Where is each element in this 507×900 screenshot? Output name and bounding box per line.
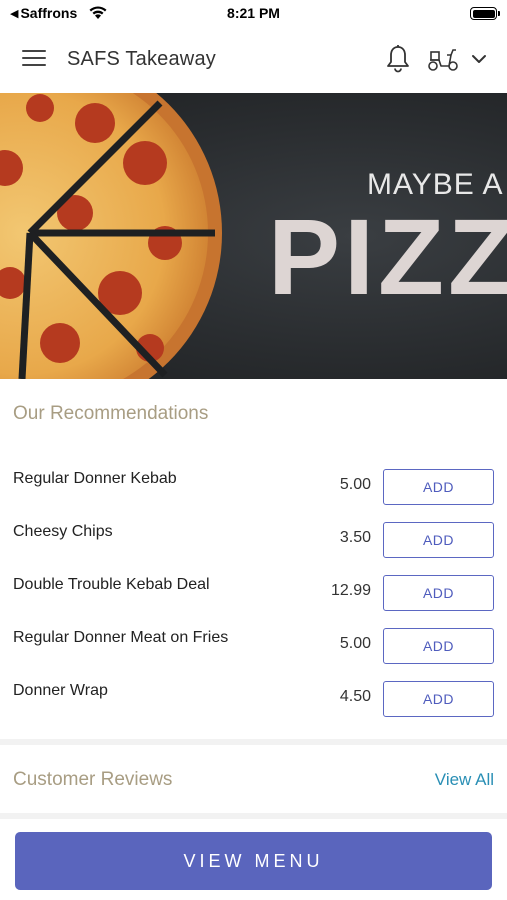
add-button[interactable]: ADD: [383, 575, 494, 611]
list-item: Double Trouble Kebab Deal 12.99 ADD: [0, 575, 507, 629]
bell-icon[interactable]: [385, 44, 411, 74]
list-item: Regular Donner Meat on Fries 5.00 ADD: [0, 628, 507, 682]
app-title: SAFS Takeaway: [67, 48, 216, 70]
item-name: Cheesy Chips: [13, 523, 113, 540]
hero-big-text: PIZZ: [268, 196, 507, 317]
item-price: 5.00: [339, 635, 371, 652]
bottom-bar: VIEW MENU: [0, 819, 507, 900]
item-name: Regular Donner Meat on Fries: [13, 629, 229, 646]
reviews-title: Customer Reviews: [13, 769, 173, 790]
item-price: 4.50: [339, 688, 371, 705]
item-name: Regular Donner Kebab: [13, 470, 177, 487]
view-all-link[interactable]: View All: [435, 770, 494, 790]
add-button[interactable]: ADD: [383, 469, 494, 505]
app-header: SAFS Takeaway: [0, 28, 507, 93]
recommendations-title: Our Recommendations: [13, 403, 209, 424]
reviews-section: Customer Reviews View All: [0, 745, 507, 813]
item-price: 5.00: [339, 476, 371, 493]
view-menu-button[interactable]: VIEW MENU: [15, 832, 492, 890]
list-item: Donner Wrap 4.50 ADD: [0, 681, 507, 735]
status-bar: ◀ Saffrons 8:21 PM: [0, 0, 507, 28]
list-item: Cheesy Chips 3.50 ADD: [0, 522, 507, 576]
item-name: Double Trouble Kebab Deal: [13, 576, 210, 593]
item-price: 12.99: [330, 582, 371, 599]
add-button[interactable]: ADD: [383, 681, 494, 717]
item-price: 3.50: [339, 529, 371, 546]
battery-icon: [470, 7, 500, 20]
recommendations-section: Our Recommendations Regular Donner Kebab…: [0, 379, 507, 739]
add-button[interactable]: ADD: [383, 522, 494, 558]
add-button[interactable]: ADD: [383, 628, 494, 664]
hero-banner: MAYBE A PIZZ: [0, 93, 507, 379]
menu-icon[interactable]: [22, 50, 46, 70]
chevron-down-icon[interactable]: [470, 50, 488, 68]
scooter-icon[interactable]: [427, 46, 459, 72]
list-item: Regular Donner Kebab 5.00 ADD: [0, 469, 507, 523]
status-time: 8:21 PM: [227, 5, 280, 21]
item-name: Donner Wrap: [13, 682, 108, 699]
